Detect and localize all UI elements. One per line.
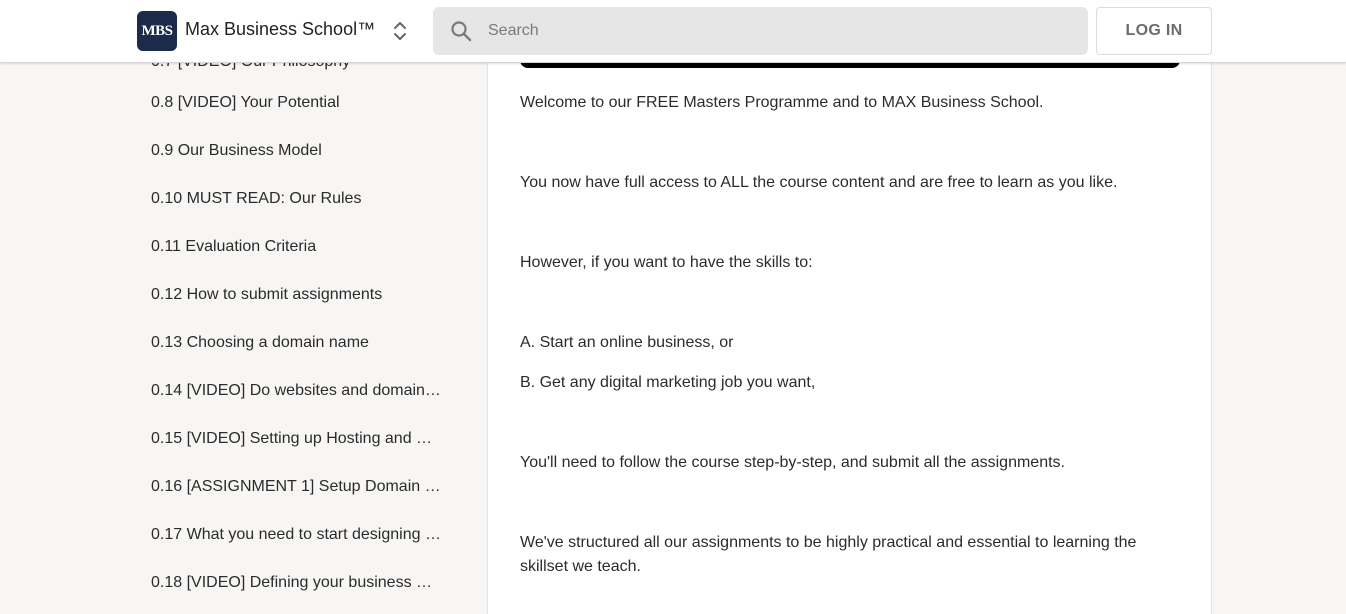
sidebar-item[interactable]: 0.14 [VIDEO] Do websites and domains … <box>151 381 443 401</box>
sidebar-item[interactable]: 0.16 [ASSIGNMENT 1] Setup Domain & … <box>151 477 443 497</box>
video-player[interactable] <box>520 63 1180 68</box>
sidebar-item[interactable]: 0.9 Our Business Model <box>151 141 443 161</box>
content-paragraph: B. Get any digital marketing job you wan… <box>520 374 816 391</box>
sidebar-item[interactable]: 0.12 How to submit assignments <box>151 285 443 305</box>
sidebar-item[interactable]: 0.10 MUST READ: Our Rules <box>151 189 443 209</box>
top-header: MBS Max Business School™ LOG IN <box>0 0 1346 63</box>
school-logo[interactable]: MBS <box>137 11 177 51</box>
content-paragraph: You now have full access to ALL the cour… <box>520 174 1118 191</box>
search-box[interactable] <box>433 7 1088 55</box>
search-icon <box>450 20 472 42</box>
content-paragraph: A. Start an online business, or <box>520 334 734 351</box>
lesson-content: Welcome to our FREE Masters Programme an… <box>487 63 1212 614</box>
sidebar-item[interactable]: 0.15 [VIDEO] Setting up Hosting and Do… <box>151 429 443 449</box>
school-switcher-icon[interactable] <box>391 18 409 44</box>
sidebar-item[interactable]: 0.11 Evaluation Criteria <box>151 237 443 257</box>
content-paragraph: Welcome to our FREE Masters Programme an… <box>520 94 1044 111</box>
sidebar-item[interactable]: 0.17 What you need to start designing y… <box>151 525 443 545</box>
sidebar-item[interactable]: 0.13 Choosing a domain name <box>151 333 443 353</box>
course-sidebar: 0.7 [VIDEO] Our Philosophy 0.8 [VIDEO] Y… <box>0 63 487 614</box>
sidebar-item[interactable]: 0.18 [VIDEO] Defining your business mo… <box>151 573 443 593</box>
login-button[interactable]: LOG IN <box>1096 7 1212 55</box>
content-paragraph: You'll need to follow the course step-by… <box>520 454 1065 471</box>
sidebar-item[interactable]: 0.8 [VIDEO] Your Potential <box>151 93 443 113</box>
content-paragraph: We've structured all our assignments to … <box>520 534 1137 575</box>
sidebar-item-partial[interactable]: 0.7 [VIDEO] Our Philosophy <box>151 63 350 71</box>
content-paragraph: However, if you want to have the skills … <box>520 254 813 271</box>
search-input[interactable] <box>488 7 1068 55</box>
school-name[interactable]: Max Business School™ <box>185 19 375 40</box>
